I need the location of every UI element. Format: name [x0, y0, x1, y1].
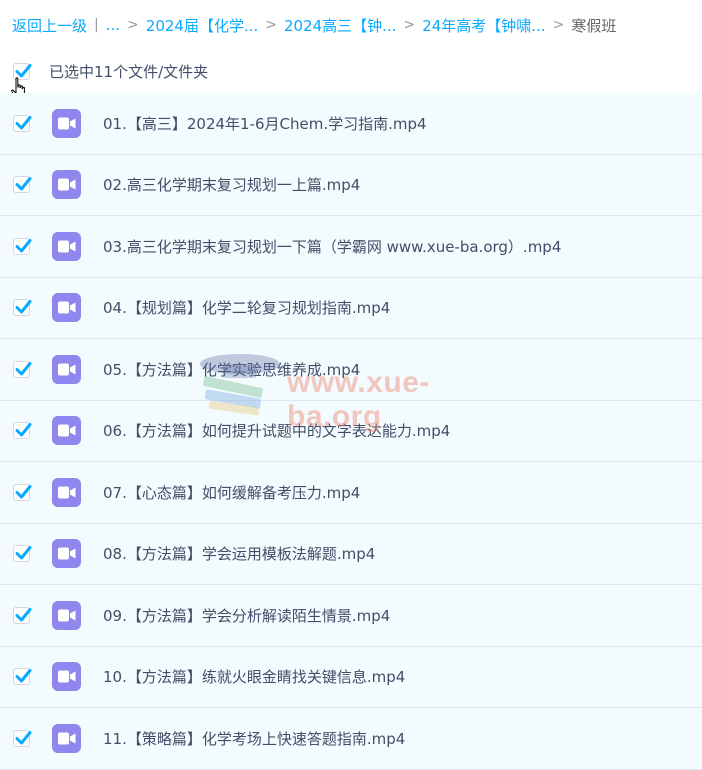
checkmark-icon	[15, 730, 32, 745]
checkmark-icon	[15, 300, 32, 314]
video-icon	[52, 108, 81, 138]
video-icon	[52, 416, 81, 446]
checkmark-icon	[15, 546, 32, 560]
file-name[interactable]: 08.【方法篇】学会运用模板法解题.mp4	[103, 543, 375, 564]
breadcrumb-ellipsis-link[interactable]: ...	[106, 16, 120, 34]
file-row[interactable]: 11.【策略篇】化学考场上快速答题指南.mp4	[0, 708, 702, 770]
file-row[interactable]: 01.【高三】2024年1-6月Chem.学习指南.mp4	[0, 93, 702, 155]
breadcrumb-current: 寒假班	[571, 16, 617, 35]
file-name[interactable]: 10.【方法篇】练就火眼金睛找关键信息.mp4	[103, 666, 405, 687]
breadcrumb-link-grade-12[interactable]: 2024高三【钟...	[284, 15, 396, 36]
file-name[interactable]: 05.【方法篇】化学实验思维养成.mp4	[103, 359, 360, 380]
video-icon	[52, 600, 81, 630]
video-icon	[52, 293, 81, 323]
file-name[interactable]: 03.高三化学期末复习规划一下篇（学霸网 www.xue-ba.org）.mp4	[103, 236, 561, 257]
file-checkbox[interactable]	[13, 114, 32, 132]
breadcrumb-back-link[interactable]: 返回上一级	[12, 15, 87, 36]
file-checkbox[interactable]	[13, 729, 32, 747]
breadcrumb-divider: |	[94, 17, 99, 33]
file-name[interactable]: 06.【方法篇】如何提升试题中的文字表达能力.mp4	[103, 420, 450, 441]
breadcrumb: 返回上一级 | ... > 2024届【化学... > 2024高三【钟... …	[0, 0, 702, 50]
checkmark-icon	[15, 361, 32, 376]
file-checkbox[interactable]	[13, 237, 32, 255]
breadcrumb-separator: >	[265, 17, 277, 33]
file-row[interactable]: 03.高三化学期末复习规划一下篇（学霸网 www.xue-ba.org）.mp4	[0, 216, 702, 278]
file-checkbox[interactable]	[13, 360, 32, 378]
selection-bar: 已选中11个文件/文件夹	[0, 50, 702, 92]
checkmark-icon	[15, 177, 32, 191]
breadcrumb-separator: >	[552, 17, 565, 33]
file-list: 01.【高三】2024年1-6月Chem.学习指南.mp4 02.高三化学期末复习…	[0, 93, 702, 770]
breadcrumb-link-chemistry-2024[interactable]: 2024届【化学...	[146, 15, 258, 36]
selection-count-label: 已选中11个文件/文件夹	[49, 62, 209, 81]
video-icon	[52, 354, 81, 384]
file-name[interactable]: 09.【方法篇】学会分析解读陌生情景.mp4	[103, 605, 390, 626]
video-icon	[52, 231, 81, 261]
file-checkbox[interactable]	[13, 176, 32, 194]
file-row[interactable]: 09.【方法篇】学会分析解读陌生情景.mp4	[0, 585, 702, 647]
checkmark-icon	[15, 669, 32, 683]
file-row[interactable]: 05.【方法篇】化学实验思维养成.mp4	[0, 339, 702, 401]
file-name[interactable]: 04.【规划篇】化学二轮复习规划指南.mp4	[103, 297, 390, 318]
file-name[interactable]: 01.【高三】2024年1-6月Chem.学习指南.mp4	[103, 113, 427, 134]
breadcrumb-separator: >	[127, 17, 139, 33]
breadcrumb-link-gaokao-24[interactable]: 24年高考【钟啸...	[422, 15, 545, 36]
video-icon	[52, 539, 81, 569]
checkmark-icon	[15, 115, 32, 130]
file-checkbox[interactable]	[13, 606, 32, 624]
breadcrumb-separator: >	[403, 17, 416, 33]
video-icon	[52, 477, 81, 507]
file-row[interactable]: 08.【方法篇】学会运用模板法解题.mp4	[0, 523, 702, 585]
file-checkbox[interactable]	[13, 299, 32, 317]
checkmark-icon	[15, 238, 32, 253]
checkmark-icon	[15, 484, 32, 499]
file-checkbox[interactable]	[13, 483, 32, 501]
video-icon	[52, 170, 81, 200]
file-row[interactable]: 10.【方法篇】练就火眼金睛找关键信息.mp4	[0, 646, 702, 708]
file-row[interactable]: 04.【规划篇】化学二轮复习规划指南.mp4	[0, 277, 702, 339]
file-name[interactable]: 02.高三化学期末复习规划一上篇.mp4	[103, 174, 360, 195]
file-name[interactable]: 07.【心态篇】如何缓解备考压力.mp4	[103, 482, 360, 503]
video-icon	[52, 662, 81, 692]
file-checkbox[interactable]	[13, 545, 32, 563]
checkmark-icon	[15, 607, 32, 622]
file-checkbox[interactable]	[13, 422, 32, 440]
file-row[interactable]: 07.【心态篇】如何缓解备考压力.mp4	[0, 462, 702, 524]
file-row[interactable]: 02.高三化学期末复习规划一上篇.mp4	[0, 154, 702, 216]
file-row[interactable]: 06.【方法篇】如何提升试题中的文字表达能力.mp4	[0, 400, 702, 462]
file-checkbox[interactable]	[13, 668, 32, 686]
video-icon	[52, 723, 81, 753]
checkmark-icon	[15, 423, 32, 437]
file-name[interactable]: 11.【策略篇】化学考场上快速答题指南.mp4	[103, 728, 405, 749]
